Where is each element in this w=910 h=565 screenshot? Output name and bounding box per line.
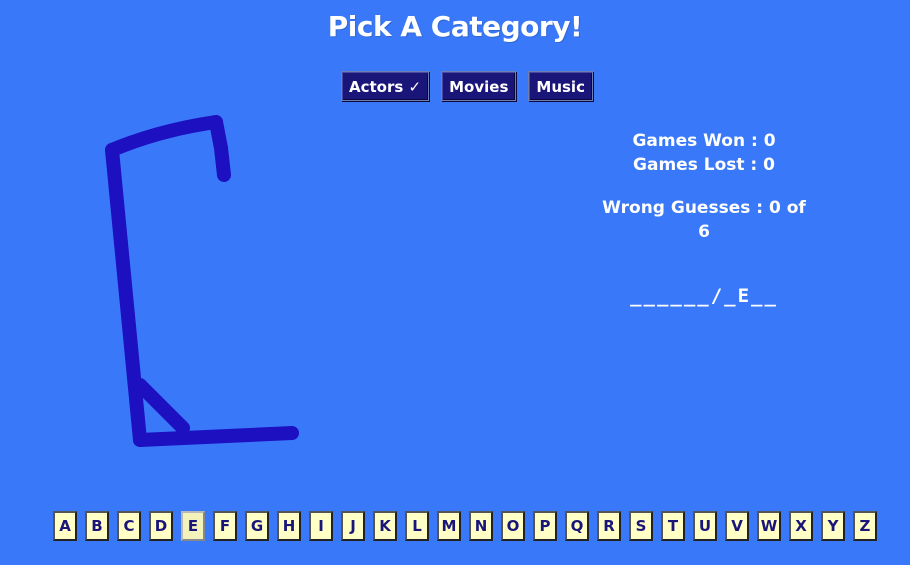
gallows-post xyxy=(105,143,147,447)
gallows-hook xyxy=(209,115,231,182)
letter-button-x[interactable]: X xyxy=(789,511,813,541)
letter-button-l[interactable]: L xyxy=(405,511,429,541)
letter-keyboard: ABCDEFGHIJKLMNOPQRSTUVWXYZ xyxy=(53,511,879,541)
score-panel: Games Won : 0 Games Lost : 0 Wrong Guess… xyxy=(600,129,808,244)
letter-button-q[interactable]: Q xyxy=(565,511,589,541)
letter-button-o[interactable]: O xyxy=(501,511,525,541)
letter-button-d[interactable]: D xyxy=(149,511,173,541)
letter-button-a[interactable]: A xyxy=(53,511,77,541)
letter-button-z[interactable]: Z xyxy=(853,511,877,541)
games-lost: Games Lost : 0 xyxy=(633,155,775,175)
gallows-top-beam xyxy=(105,115,223,157)
letter-button-t[interactable]: T xyxy=(661,511,685,541)
gallows-drawing xyxy=(105,115,299,447)
games-won: Games Won : 0 xyxy=(632,131,776,151)
gallows-brace xyxy=(133,378,190,435)
wrong-guesses: Wrong Guesses : 0 of 6 xyxy=(602,198,806,242)
letter-button-f[interactable]: F xyxy=(213,511,237,541)
letter-button-g[interactable]: G xyxy=(245,511,269,541)
letter-button-w[interactable]: W xyxy=(757,511,781,541)
letter-button-r[interactable]: R xyxy=(597,511,621,541)
letter-button-n[interactable]: N xyxy=(469,511,493,541)
letter-button-b[interactable]: B xyxy=(85,511,109,541)
letter-button-j[interactable]: J xyxy=(341,511,365,541)
letter-button-s[interactable]: S xyxy=(629,511,653,541)
letter-button-e[interactable]: E xyxy=(181,511,205,541)
letter-button-v[interactable]: V xyxy=(725,511,749,541)
hidden-word: ______/_E__ xyxy=(630,285,778,307)
letter-button-u[interactable]: U xyxy=(693,511,717,541)
letter-button-c[interactable]: C xyxy=(117,511,141,541)
gallows-base xyxy=(133,426,299,447)
letter-button-y[interactable]: Y xyxy=(821,511,845,541)
letter-button-p[interactable]: P xyxy=(533,511,557,541)
letter-button-k[interactable]: K xyxy=(373,511,397,541)
letter-button-m[interactable]: M xyxy=(437,511,461,541)
letter-button-h[interactable]: H xyxy=(277,511,301,541)
letter-button-i[interactable]: I xyxy=(309,511,333,541)
